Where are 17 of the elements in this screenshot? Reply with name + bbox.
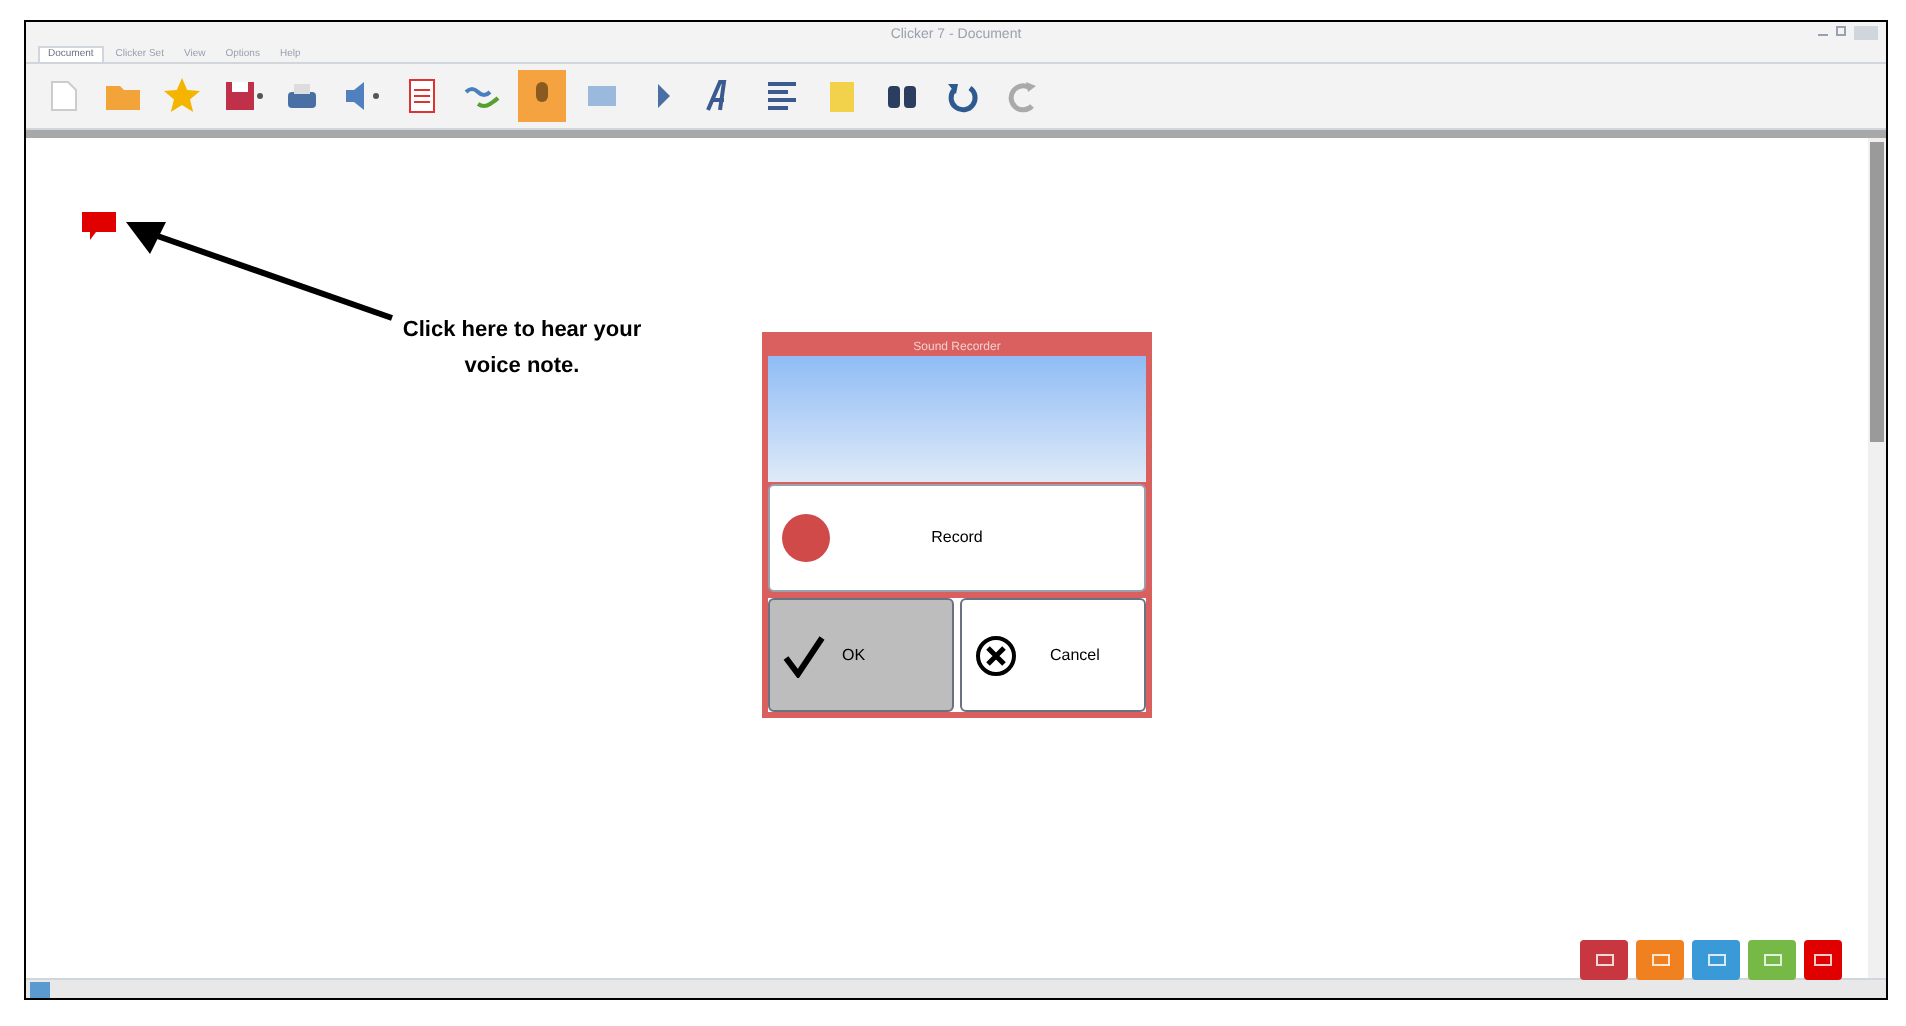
tool-button[interactable] [1748, 940, 1796, 980]
microphone-icon[interactable] [518, 70, 566, 122]
close-circle-icon [974, 633, 1018, 677]
record-button[interactable]: Record [768, 484, 1146, 592]
scrollbar-thumb[interactable] [1870, 142, 1884, 442]
annotation-text: Click here to hear your voice note. [400, 316, 644, 382]
speech-bubble-icon[interactable] [82, 212, 116, 240]
checkmark-icon [782, 633, 826, 677]
page-icon[interactable] [30, 981, 50, 997]
tool-button[interactable] [1692, 940, 1740, 980]
tool-button[interactable] [1804, 940, 1842, 980]
maximize-icon[interactable] [1836, 26, 1846, 36]
record-icon [782, 514, 830, 562]
cancel-button[interactable]: Cancel [960, 598, 1146, 712]
ok-button[interactable]: OK [768, 598, 954, 712]
tool-button[interactable] [1636, 940, 1684, 980]
tool-button[interactable] [1580, 940, 1628, 980]
